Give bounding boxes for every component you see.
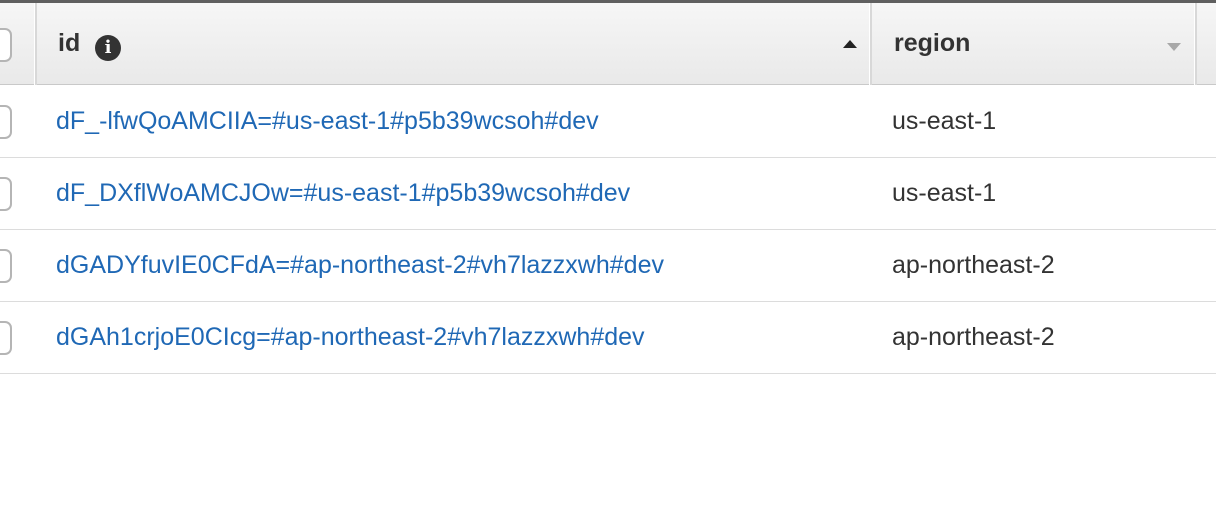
sort-ascending-icon[interactable] xyxy=(843,40,857,48)
column-header-region[interactable]: region xyxy=(894,29,970,58)
region-cell: ap-northeast-2 xyxy=(892,323,1055,351)
item-id-link[interactable]: dF_DXflWoAMCJOw=#us-east-1#p5b39wcsoh#de… xyxy=(56,179,630,208)
select-all-checkbox[interactable] xyxy=(0,28,12,62)
row-checkbox[interactable] xyxy=(0,321,12,355)
table-row: dF_DXflWoAMCJOw=#us-east-1#p5b39wcsoh#de… xyxy=(0,158,1216,230)
column-resize-handle[interactable] xyxy=(869,3,872,85)
column-header-id[interactable]: id xyxy=(58,29,80,58)
row-checkbox[interactable] xyxy=(0,249,12,283)
table-row: dF_-lfwQoAMCIIA=#us-east-1#p5b39wcsoh#de… xyxy=(0,86,1216,158)
row-checkbox[interactable] xyxy=(0,105,12,139)
column-resize-handle[interactable] xyxy=(1194,3,1197,85)
info-icon[interactable]: i xyxy=(95,35,121,61)
region-cell: us-east-1 xyxy=(892,179,997,207)
column-resize-handle[interactable] xyxy=(34,3,37,85)
sort-descending-icon[interactable] xyxy=(1167,43,1181,51)
table-header: id i region xyxy=(0,3,1216,85)
item-id-link[interactable]: dGAh1crjoE0CIcg=#ap-northeast-2#vh7lazzx… xyxy=(56,323,645,352)
region-cell: ap-northeast-2 xyxy=(892,251,1055,279)
item-id-link[interactable]: dGADYfuvIE0CFdA=#ap-northeast-2#vh7lazzx… xyxy=(56,251,664,280)
table-row: dGAh1crjoE0CIcg=#ap-northeast-2#vh7lazzx… xyxy=(0,302,1216,374)
row-checkbox[interactable] xyxy=(0,177,12,211)
region-cell: us-east-1 xyxy=(892,107,997,135)
table-row: dGADYfuvIE0CFdA=#ap-northeast-2#vh7lazzx… xyxy=(0,230,1216,302)
item-id-link[interactable]: dF_-lfwQoAMCIIA=#us-east-1#p5b39wcsoh#de… xyxy=(56,107,599,136)
